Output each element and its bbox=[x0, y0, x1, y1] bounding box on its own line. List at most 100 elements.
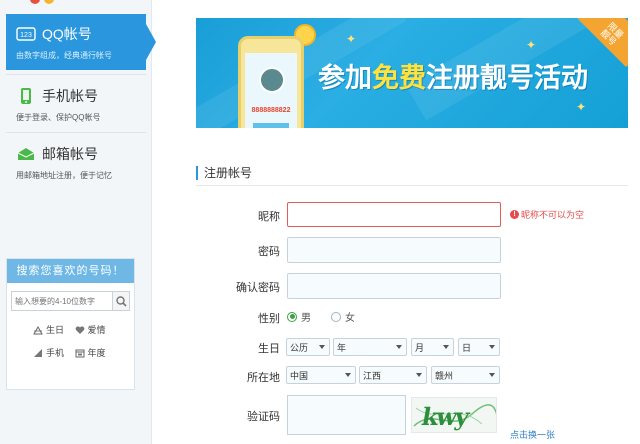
search-button[interactable] bbox=[112, 292, 129, 310]
chevron-down-icon bbox=[345, 373, 351, 377]
captcha-field bbox=[287, 395, 406, 435]
location-province-select[interactable]: 江西 bbox=[359, 366, 427, 384]
captcha-input[interactable] bbox=[288, 396, 405, 434]
calendar-icon bbox=[75, 348, 85, 358]
quick-link-mobile[interactable]: 手机 bbox=[33, 346, 75, 359]
birthday-month-select[interactable]: 月 bbox=[411, 338, 454, 356]
qq-number-icon: 123 bbox=[16, 25, 36, 43]
qq-logo-fragment bbox=[0, 0, 152, 6]
select-value: 年 bbox=[337, 342, 347, 353]
sidebar-item-title: 邮箱帐号 bbox=[42, 146, 98, 162]
search-icon bbox=[115, 295, 127, 307]
sidebar-item-title: QQ帐号 bbox=[42, 26, 92, 42]
promo-banner[interactable]: ✦ ✦ ✦ 8888888822 参加免费注册靓号活动 限量靓号 bbox=[196, 18, 628, 128]
select-value: 江西 bbox=[363, 370, 382, 381]
location-country-select[interactable]: 中国 bbox=[286, 366, 356, 384]
sidebar: 123 QQ帐号 由数字组成，经典通行帐号 手机帐号 便于登录、保护QQ帐号 邮… bbox=[0, 0, 156, 444]
location-label: 所在地 bbox=[247, 372, 280, 384]
sidebar-item-mobile-account[interactable]: 手机帐号 便于登录、保护QQ帐号 bbox=[6, 76, 146, 132]
confirm-password-field bbox=[287, 273, 501, 299]
quick-links: 生日 爱情 手机 年度 bbox=[7, 323, 134, 359]
chevron-down-icon bbox=[416, 373, 422, 377]
gender-label: 性别 bbox=[258, 313, 280, 325]
gender-female-radio[interactable] bbox=[331, 311, 341, 322]
signal-icon bbox=[33, 348, 43, 358]
phone-screen: 8888888822 bbox=[245, 53, 297, 128]
registration-page: 123 QQ帐号 由数字组成，经典通行帐号 手机帐号 便于登录、保护QQ帐号 邮… bbox=[0, 0, 640, 444]
avatar bbox=[259, 67, 285, 93]
quick-link-label: 爱情 bbox=[87, 326, 106, 336]
birthday-label: 生日 bbox=[258, 343, 280, 355]
sidebar-item-subtitle: 用邮箱地址注册，便于记忆 bbox=[16, 171, 112, 180]
email-icon bbox=[16, 145, 36, 163]
confirm-password-label: 确认密码 bbox=[236, 282, 280, 294]
quick-link-label: 手机 bbox=[46, 349, 65, 359]
chevron-down-icon bbox=[396, 345, 402, 349]
error-icon: ! bbox=[510, 210, 519, 219]
captcha-label: 验证码 bbox=[247, 411, 280, 423]
chevron-down-icon bbox=[443, 345, 449, 349]
headline-free: 免费 bbox=[372, 63, 426, 94]
star-decoration: ✦ bbox=[526, 38, 537, 52]
gender-male-label: 男 bbox=[301, 313, 311, 324]
chevron-down-icon bbox=[319, 345, 325, 349]
select-value: 月 bbox=[415, 342, 425, 353]
nickname-field bbox=[287, 202, 501, 227]
select-value: 中国 bbox=[290, 370, 309, 381]
search-box-title: 搜索您喜欢的号码！ bbox=[7, 259, 134, 283]
heart-icon bbox=[75, 325, 85, 335]
location-city-select[interactable]: 赣州 bbox=[431, 366, 500, 384]
sidebar-item-qq-account[interactable]: 123 QQ帐号 由数字组成，经典通行帐号 bbox=[6, 14, 156, 70]
headline-suffix: 注册靓号活动 bbox=[426, 63, 588, 94]
phone-number: 8888888822 bbox=[251, 107, 291, 114]
headline-prefix: 参加 bbox=[318, 63, 372, 94]
sidebar-item-email-account[interactable]: 邮箱帐号 用邮箱地址注册，便于记忆 bbox=[6, 134, 146, 190]
svg-text:123: 123 bbox=[20, 32, 32, 39]
select-value: 赣州 bbox=[435, 370, 454, 381]
password-label: 密码 bbox=[258, 246, 280, 258]
search-input-row bbox=[11, 291, 130, 311]
birthday-year-select[interactable]: 年 bbox=[333, 338, 407, 356]
confirm-password-input[interactable] bbox=[288, 274, 500, 298]
gender-male-radio[interactable] bbox=[287, 311, 297, 322]
gender-female-option[interactable]: 女 bbox=[331, 309, 355, 324]
divider bbox=[6, 74, 146, 75]
quick-link-label: 年度 bbox=[87, 349, 106, 359]
nickname-error: ! 昵称不可以为空 bbox=[510, 208, 584, 221]
select-value: 日 bbox=[462, 342, 472, 353]
number-search-input[interactable] bbox=[12, 292, 112, 310]
divider bbox=[6, 132, 146, 133]
sidebar-item-subtitle: 由数字组成，经典通行帐号 bbox=[16, 51, 112, 60]
number-search-box: 搜索您喜欢的号码！ 生日 爱情 手机 bbox=[6, 258, 135, 390]
phone-illustration: 8888888822 bbox=[238, 36, 304, 128]
captcha-refresh-link[interactable]: 点击换一张 bbox=[510, 428, 555, 441]
captcha-text: kwy bbox=[419, 402, 470, 431]
password-field bbox=[287, 237, 501, 263]
quick-link-love[interactable]: 爱情 bbox=[75, 323, 117, 336]
quick-link-birthday[interactable]: 生日 bbox=[33, 323, 75, 336]
star-decoration: ✦ bbox=[576, 100, 587, 114]
select-value: 公历 bbox=[290, 342, 309, 353]
nickname-label: 昵称 bbox=[258, 211, 280, 223]
password-input[interactable] bbox=[288, 238, 500, 262]
captcha-image[interactable]: kwy bbox=[411, 397, 497, 433]
form-title: 注册帐号 bbox=[196, 166, 252, 180]
banner-headline: 参加免费注册靓号活动 bbox=[318, 56, 588, 95]
birthday-day-select[interactable]: 日 bbox=[458, 338, 500, 356]
gender-male-option[interactable]: 男 bbox=[287, 309, 311, 324]
chevron-down-icon bbox=[489, 373, 495, 377]
quick-link-label: 生日 bbox=[46, 326, 65, 336]
quick-link-year[interactable]: 年度 bbox=[75, 346, 117, 359]
sidebar-item-title: 手机帐号 bbox=[42, 88, 98, 104]
gender-female-label: 女 bbox=[345, 313, 355, 324]
mobile-phone-icon bbox=[16, 87, 36, 105]
form-header: 注册帐号 bbox=[196, 162, 628, 186]
star-decoration: ✦ bbox=[346, 32, 357, 46]
phone-bar bbox=[253, 123, 289, 128]
chevron-down-icon bbox=[489, 345, 495, 349]
sidebar-item-subtitle: 便于登录、保护QQ帐号 bbox=[16, 113, 101, 122]
birthday-calendar-select[interactable]: 公历 bbox=[286, 338, 330, 356]
nickname-error-text: 昵称不可以为空 bbox=[521, 210, 585, 220]
birthday-cake-icon bbox=[33, 325, 43, 335]
nickname-input[interactable] bbox=[288, 203, 500, 226]
